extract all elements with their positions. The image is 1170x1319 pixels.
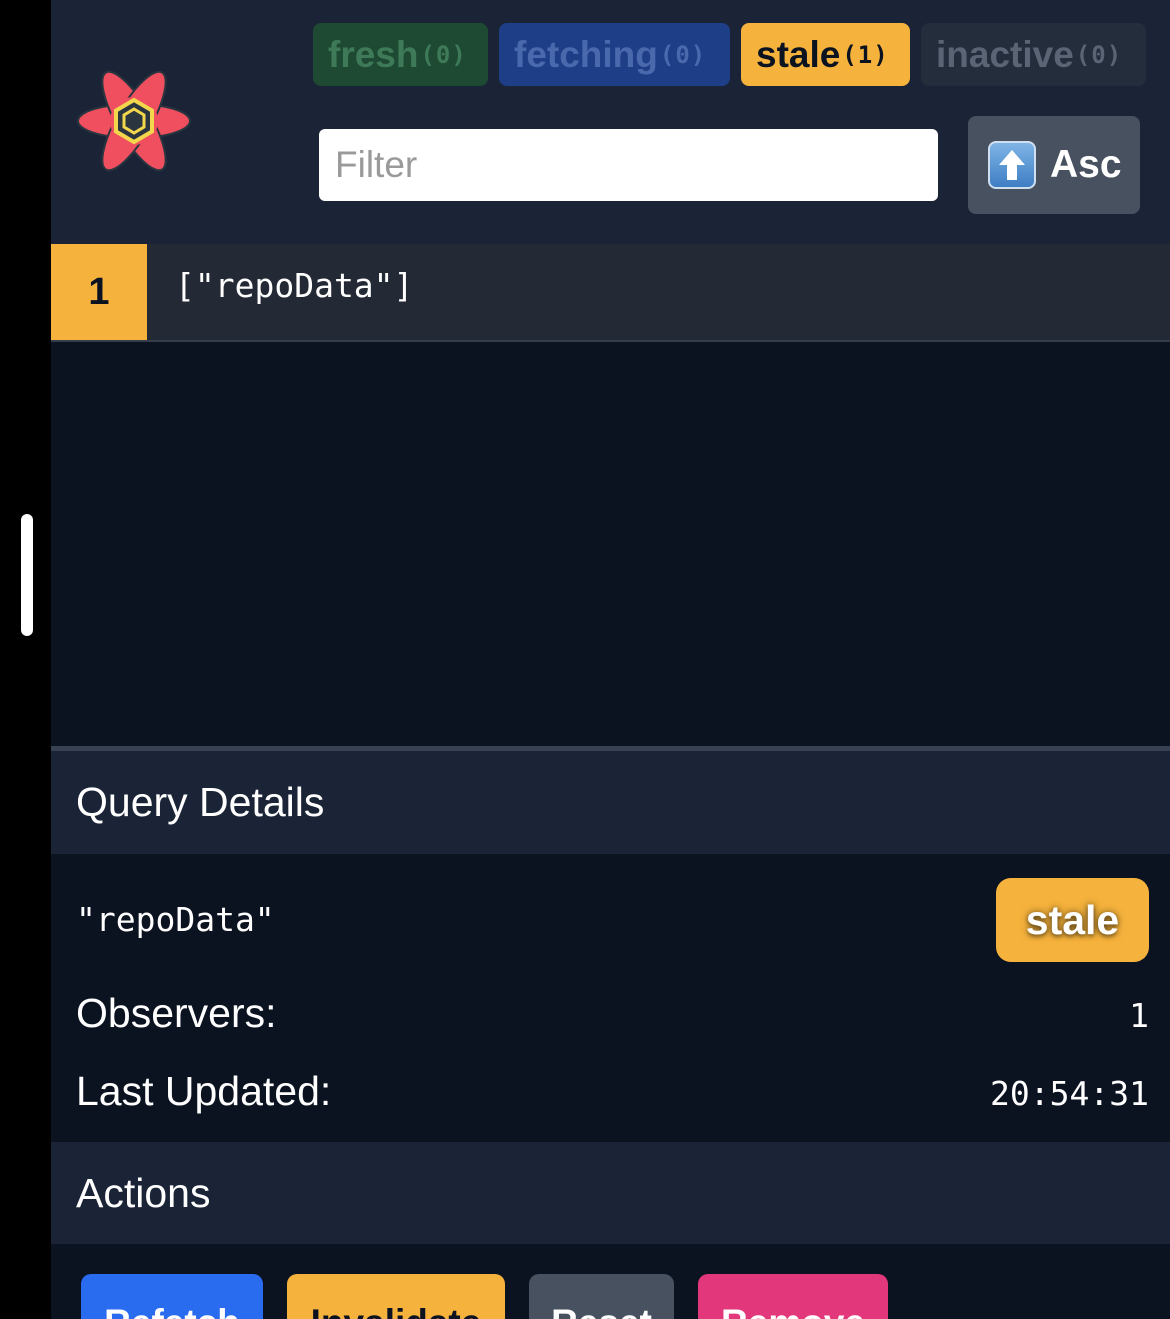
invalidate-button[interactable]: Invalidate xyxy=(287,1274,505,1319)
query-details-heading: Query Details xyxy=(51,751,1170,854)
query-key: ["repoData"] xyxy=(175,266,414,305)
panel-resize-handle[interactable] xyxy=(21,514,33,636)
filter-chip-fetching[interactable]: fetching (0) xyxy=(499,23,730,86)
query-row[interactable]: 1 ["repoData"] xyxy=(51,244,1170,342)
reset-button[interactable]: Reset xyxy=(529,1274,674,1319)
remove-button[interactable]: Remove xyxy=(698,1274,888,1319)
observer-count-badge: 1 xyxy=(51,244,147,340)
left-gutter xyxy=(0,0,51,1319)
filter-chip-stale[interactable]: stale (1) xyxy=(741,23,910,86)
last-updated-value: 20:54:31 xyxy=(990,1074,1149,1113)
devtools-header: fresh (0) fetching (0) stale (1) inactive (0… xyxy=(51,0,1170,244)
chip-count: (0) xyxy=(420,40,467,69)
observers-label: Observers: xyxy=(76,990,277,1036)
filter-chip-fresh[interactable]: fresh (0) xyxy=(313,23,488,86)
chip-label: inactive xyxy=(936,33,1074,75)
observers-value: 1 xyxy=(1129,996,1149,1035)
filter-chip-inactive[interactable]: inactive (0) xyxy=(921,23,1146,86)
react-query-logo-icon[interactable] xyxy=(75,66,193,176)
last-updated-label: Last Updated: xyxy=(76,1068,332,1114)
filter-input[interactable] xyxy=(319,129,938,201)
sort-label: Asc xyxy=(1050,143,1122,186)
up-arrow-icon xyxy=(988,141,1036,189)
query-list: 1 ["repoData"] xyxy=(51,244,1170,746)
query-details: "repoData" stale Observers: 1 Last Updat… xyxy=(51,854,1170,1142)
devtools-panel: fresh (0) fetching (0) stale (1) inactive (0… xyxy=(51,0,1170,1319)
chip-count: (1) xyxy=(842,40,889,69)
sort-order-button[interactable]: Asc xyxy=(968,116,1140,214)
detail-query-key: "repoData" xyxy=(76,900,275,939)
chip-label: fetching xyxy=(514,33,658,75)
status-badge: stale xyxy=(996,878,1149,962)
actions-bar: Refetch Invalidate Reset Remove xyxy=(51,1244,1170,1319)
chip-count: (0) xyxy=(659,40,707,69)
chip-label: stale xyxy=(756,33,841,75)
refetch-button[interactable]: Refetch xyxy=(81,1274,263,1319)
chip-count: (0) xyxy=(1075,40,1123,69)
actions-heading: Actions xyxy=(51,1142,1170,1244)
chip-label: fresh xyxy=(328,33,419,75)
